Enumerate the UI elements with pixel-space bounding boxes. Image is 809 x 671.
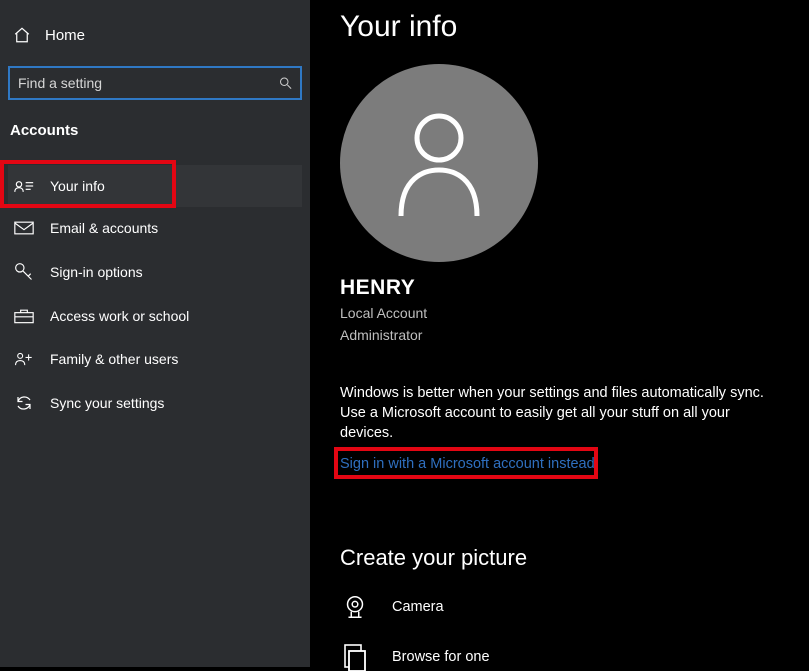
home-label: Home [45, 27, 85, 44]
sidebar-item-sync-settings[interactable]: Sync your settings [8, 381, 302, 425]
sidebar-item-signin-options[interactable]: Sign-in options [8, 249, 302, 295]
sidebar-item-label: Your info [50, 178, 105, 194]
browse-label: Browse for one [392, 649, 490, 665]
sidebar: Home Accounts Your info [0, 0, 310, 667]
sidebar-nav: Your info Email & accounts Sign-in optio… [8, 165, 302, 425]
sync-message: Windows is better when your settings and… [340, 384, 785, 443]
home-button[interactable]: Home [8, 20, 302, 54]
avatar [340, 64, 538, 262]
sidebar-item-label: Access work or school [50, 308, 189, 324]
sidebar-item-work-school[interactable]: Access work or school [8, 295, 302, 337]
search-wrap [8, 66, 302, 100]
search-input[interactable] [8, 66, 302, 100]
camera-option[interactable]: Camera [340, 593, 785, 621]
sidebar-item-email-accounts[interactable]: Email & accounts [8, 207, 302, 249]
user-name: HENRY [340, 276, 785, 300]
sidebar-item-your-info[interactable]: Your info [8, 165, 302, 207]
section-title: Accounts [8, 118, 302, 151]
key-icon [14, 262, 34, 282]
camera-icon [340, 593, 370, 621]
sync-icon [14, 394, 34, 412]
briefcase-icon [14, 308, 34, 324]
home-icon [13, 26, 31, 44]
sidebar-item-label: Sync your settings [50, 395, 164, 411]
camera-label: Camera [392, 599, 444, 615]
user-account-type: Local Account [340, 304, 785, 322]
mail-icon [14, 221, 34, 235]
page-title: Your info [340, 10, 785, 44]
signin-microsoft-link[interactable]: Sign in with a Microsoft account instead [340, 456, 595, 472]
sidebar-item-label: Family & other users [50, 351, 178, 367]
sidebar-item-family-users[interactable]: Family & other users [8, 337, 302, 381]
signin-link-row: Sign in with a Microsoft account instead [340, 451, 595, 477]
sidebar-item-label: Email & accounts [50, 220, 158, 236]
person-card-icon [14, 178, 34, 194]
create-picture-title: Create your picture [340, 545, 785, 571]
people-plus-icon [14, 350, 34, 368]
sidebar-item-label: Sign-in options [50, 264, 143, 280]
main-pane: Your info HENRY Local Account Administra… [310, 0, 809, 667]
user-role: Administrator [340, 326, 785, 344]
